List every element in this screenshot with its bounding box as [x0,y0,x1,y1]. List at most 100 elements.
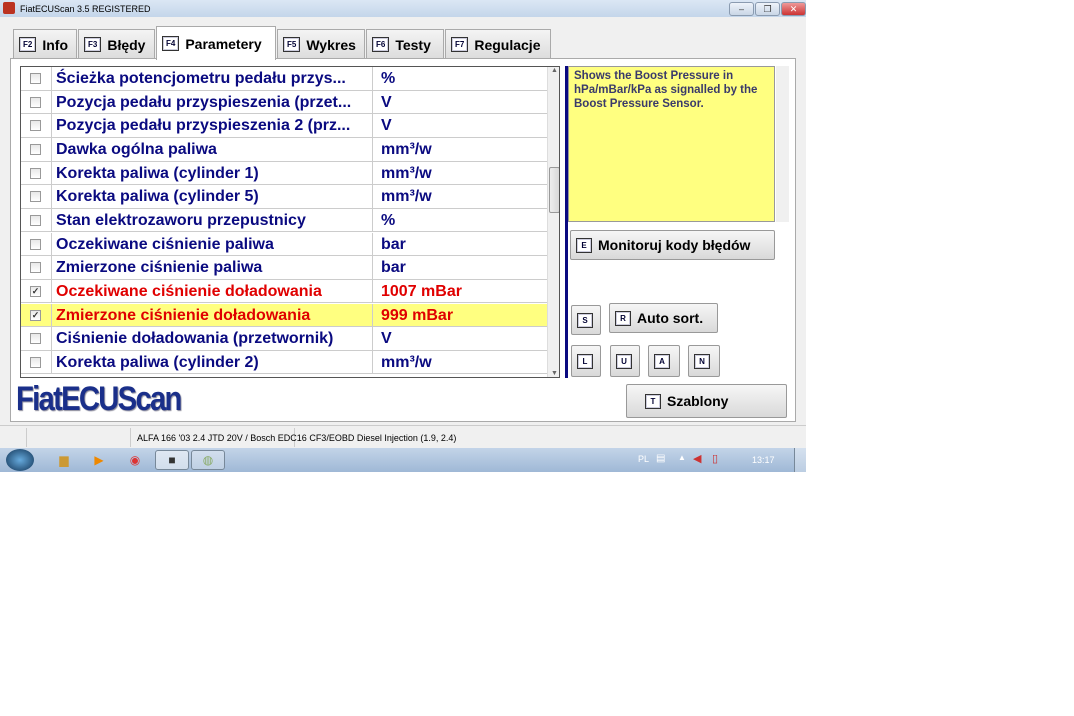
tab-regulacje[interactable]: F7 Regulacje [445,29,551,59]
table-row[interactable]: Pozycja pedału przyspieszenia (przet... V [21,90,547,115]
monitor-error-codes-button[interactable]: E Monitoruj kody błędów [570,230,775,260]
a-button[interactable]: A [648,345,680,377]
table-row[interactable]: Oczekiwane ciśnienie paliwa bar [21,232,547,257]
table-row[interactable]: Korekta paliwa (cylinder 5) mm³/w [21,185,547,209]
parameter-name: Oczekiwane ciśnienie doładowania [51,279,373,303]
key-badge: N [694,353,710,369]
key-badge: F3 [84,37,102,52]
chrome-icon[interactable]: ◉ [119,450,151,470]
media-player-icon[interactable]: ▶ [83,450,115,470]
parameter-value: % [381,211,396,229]
help-scrollbar[interactable] [776,66,789,222]
explorer-icon[interactable]: ▆ [48,450,80,470]
table-row[interactable]: Korekta paliwa (cylinder 2) mm³/w [21,350,547,375]
fiatecuscan-logo: FiatECUScan [16,380,182,418]
parameter-name: Ścieżka potencjometru pedału przys... [51,67,373,90]
parameters-table: Ścieżka potencjometru pedału przys...% Po… [20,66,560,378]
taskbar: ▆ ▶ ◉ ■ ◍ PL ▤ ▲ ◀ ▯ 13:17 [0,448,806,472]
key-badge: R [615,310,631,326]
tab-bledy[interactable]: F3 Błędy [78,29,155,59]
parameter-value: mm³/w [381,140,432,158]
keyboard-icon[interactable]: ▤ [656,453,665,464]
table-row[interactable]: Zmierzone ciśnienie paliwa bar [21,256,547,280]
tab-label: Błędy [107,36,146,53]
title-bar: FiatECUScan 3.5 REGISTERED [0,0,806,17]
row-checkbox[interactable] [30,238,41,250]
tab-wykres[interactable]: F5 Wykres [277,29,365,59]
app-window: FiatECUScan 3.5 REGISTERED – ❐ ✕ F2 Info … [0,0,806,448]
tab-parametery[interactable]: F4 Parametery [156,26,276,60]
auto-sort-button[interactable]: R Auto sort. [609,303,718,333]
key-badge: U [616,353,632,369]
close-button[interactable]: ✕ [781,2,806,16]
language-indicator[interactable]: PL [638,454,649,464]
key-badge: E [576,237,592,253]
row-checkbox[interactable] [30,96,41,108]
parameter-name: Pozycja pedału przyspieszenia 2 (prz... [51,114,373,137]
restore-button[interactable]: ❐ [755,2,780,16]
row-checkbox[interactable] [30,120,41,132]
fiatecuscan-task-icon[interactable]: ■ [155,450,189,470]
table-row[interactable]: Korekta paliwa (cylinder 1) mm³/w [21,161,547,186]
table-row[interactable]: ✓ Zmierzone ciśnienie doładowania 999 mBar [21,303,547,328]
row-checkbox[interactable] [30,143,41,155]
row-checkbox[interactable]: ✓ [30,285,41,297]
parameter-name: Korekta paliwa (cylinder 1) [51,161,373,185]
parameter-value: % [381,70,396,87]
key-badge: F4 [162,36,180,51]
parameter-name: Ciśnienie doładowania (przetwornik) [51,327,373,350]
button-label: Auto sort. [637,310,704,326]
u-button[interactable]: U [610,345,640,377]
parameter-name: Zmierzone ciśnienie paliwa [51,256,373,279]
row-checkbox[interactable] [30,356,41,368]
row-checkbox[interactable] [30,191,41,203]
help-description: Shows the Boost Pressure in hPa/mBar/kPa… [568,66,775,222]
row-checkbox[interactable] [30,214,41,226]
table-row[interactable]: Dawka ogólna paliwa mm³/w [21,137,547,162]
parameter-value: mm³/w [381,188,432,206]
table-row[interactable]: Ciśnienie doładowania (przetwornik) V [21,327,547,351]
parameter-value: 1007 mBar [381,282,462,300]
clock[interactable]: 13:17 [752,455,775,465]
minimize-button[interactable]: – [729,2,754,16]
scrollbar-thumb[interactable] [549,167,559,213]
parameter-value: bar [381,235,406,253]
window-title: FiatECUScan 3.5 REGISTERED [20,3,151,14]
tab-testy[interactable]: F6 Testy [366,29,444,59]
scroll-up-icon[interactable]: ▲ [551,67,558,74]
status-bar: ALFA 166 '03 2.4 JTD 20V / Bosch EDC16 C… [0,425,806,448]
row-checkbox[interactable] [30,262,41,274]
row-checkbox[interactable]: ✓ [30,309,41,321]
key-badge: F7 [451,37,469,52]
templates-button[interactable]: T Szablony [626,384,787,418]
row-checkbox[interactable] [30,73,41,84]
tab-info[interactable]: F2 Info [13,29,77,59]
parameter-name: Oczekiwane ciśnienie paliwa [51,232,373,256]
app-task-icon[interactable]: ◍ [191,450,225,470]
parameter-value: mm³/w [381,164,432,182]
network-icon[interactable]: ▯ [712,452,718,465]
table-row[interactable]: ✓ Oczekiwane ciśnienie doładowania 1007 mB… [21,279,547,304]
app-icon [3,2,15,14]
key-badge: A [654,353,670,369]
key-badge: F2 [19,37,37,52]
parameter-name: Pozycja pedału przyspieszenia (przet... [51,90,373,114]
volume-icon[interactable]: ◀ [693,452,701,465]
table-row[interactable]: Stan elektrozaworu przepustnicy% [21,208,547,233]
table-row[interactable]: Pozycja pedału przyspieszenia 2 (prz... V [21,114,547,138]
tray-expand-icon[interactable]: ▲ [678,453,686,462]
parameter-value: mm³/w [381,353,432,371]
n-button[interactable]: N [688,345,720,377]
l-button[interactable]: L [571,345,601,377]
s-button[interactable]: S [571,305,601,335]
table-row[interactable]: Ścieżka potencjometru pedału przys...% [21,67,547,91]
key-badge: T [645,393,661,409]
table-scrollbar[interactable]: ▲ ▼ [547,67,559,377]
show-desktop-button[interactable] [794,448,806,472]
row-checkbox[interactable] [30,167,41,179]
tab-label: Parametery [185,35,262,52]
scroll-down-icon[interactable]: ▼ [551,370,558,377]
key-badge: F5 [283,37,301,52]
start-button[interactable] [6,449,34,471]
row-checkbox[interactable] [30,333,41,345]
